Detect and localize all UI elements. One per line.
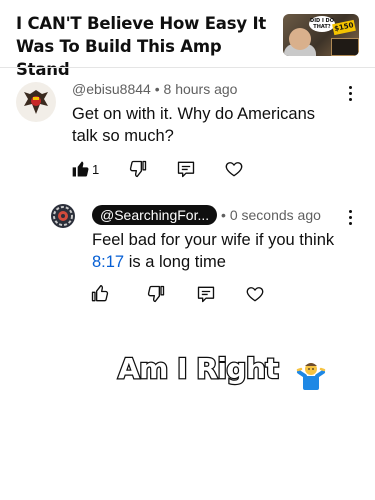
video-thumbnail[interactable]: DID I DO THAT? $150 — [283, 14, 359, 56]
person-shrugging-icon — [296, 363, 326, 390]
reply-more-button[interactable] — [342, 208, 358, 228]
thumbnail-person — [289, 28, 311, 50]
reply-time: 0 seconds ago — [229, 207, 321, 223]
reply-text: Feel bad for your wife if you think 8:17… — [92, 229, 357, 273]
heart-icon[interactable] — [224, 159, 244, 179]
more-dot — [349, 98, 352, 101]
header-divider — [0, 67, 375, 68]
reply-author-pill[interactable]: @SearchingFor... — [92, 205, 218, 225]
meta-separator: • — [154, 81, 160, 97]
meta-separator: • — [221, 207, 226, 223]
crest-icon — [24, 90, 48, 114]
reply-text-start: Feel bad for your wife if you think — [92, 231, 335, 249]
reply-icon[interactable] — [196, 284, 216, 304]
thumbnail-price-badge: $150 — [332, 19, 356, 36]
comment-meta: @ebisu8844 • 8 hours ago — [72, 81, 237, 97]
video-header[interactable]: I CAN'T Believe How Easy It Was To Build… — [0, 0, 375, 79]
more-vertical-icon — [349, 86, 352, 89]
more-dot — [349, 216, 352, 219]
avatar-searching[interactable] — [51, 204, 75, 228]
reply-icon[interactable] — [176, 159, 196, 179]
thumbs-up-icon[interactable] — [90, 284, 110, 304]
reply-text-end: is a long time — [124, 253, 226, 271]
like-count: 1 — [92, 162, 100, 177]
video-title[interactable]: I CAN'T Believe How Easy It Was To Build… — [16, 12, 278, 81]
more-dot — [349, 222, 352, 225]
thumbs-up-filled-icon[interactable] — [71, 159, 91, 179]
thumbs-down-icon[interactable] — [128, 159, 148, 179]
overlay-caption: Am I Right — [117, 351, 280, 387]
reply-meta: @SearchingFor... • 0 seconds ago — [92, 205, 321, 225]
thumbnail-amp — [331, 38, 359, 56]
comment-time: 8 hours ago — [163, 81, 238, 97]
more-dot — [349, 92, 352, 95]
timestamp-link[interactable]: 8:17 — [92, 253, 124, 271]
comment-more-button[interactable] — [342, 84, 358, 104]
comment-author[interactable]: @ebisu8844 — [72, 81, 151, 97]
heart-icon[interactable] — [245, 284, 265, 304]
gear-logo-icon — [53, 206, 73, 226]
avatar-ebisu[interactable] — [16, 82, 56, 122]
more-vertical-icon — [349, 210, 352, 213]
comment-text: Get on with it. Why do Americans talk so… — [72, 105, 316, 145]
thumbs-down-icon[interactable] — [146, 284, 166, 304]
